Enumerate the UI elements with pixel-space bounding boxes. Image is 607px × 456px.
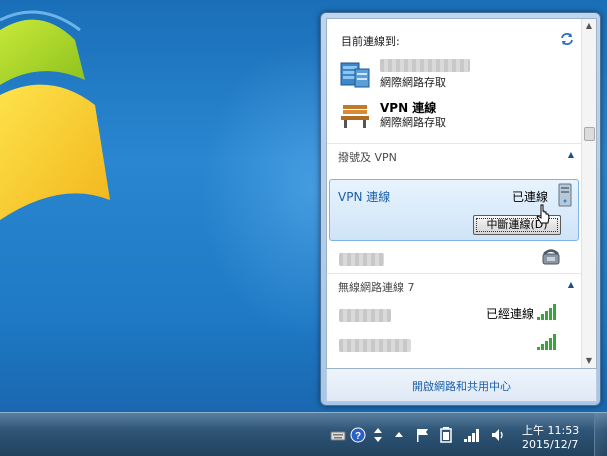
keyboard-icon[interactable] [330, 427, 346, 443]
collapse-arrow-icon[interactable]: ▲ [568, 280, 574, 289]
flyout-scrollbar[interactable]: ▲ ▼ [581, 19, 596, 368]
network-icon [340, 62, 370, 88]
refresh-icon[interactable] [560, 32, 574, 46]
modem-phone-icon [542, 249, 560, 265]
scroll-thumb[interactable] [584, 127, 595, 141]
scroll-up-icon[interactable]: ▲ [585, 22, 593, 30]
connected-network-2[interactable]: VPN 連線 網際網路存取 [339, 97, 559, 131]
network-signal-icon[interactable] [463, 427, 481, 443]
dialup-vpn-section-header[interactable]: 撥號及 VPN ▲ [327, 143, 582, 166]
taskbar: ? 上午 11:53 2015/12/7 [0, 412, 607, 456]
connected-network-1[interactable]: 網際網路存取 [339, 57, 559, 91]
signal-strength-icon [537, 304, 556, 320]
vpn-item-name: VPN 連線 [338, 190, 391, 204]
current-connection-header: 目前連線到: [341, 35, 400, 48]
wireless-network-item[interactable] [327, 329, 582, 357]
wireless-network-name [339, 337, 411, 356]
language-switch-icon[interactable] [372, 427, 384, 443]
open-network-center-link[interactable]: 開啟網路和共用中心 [327, 378, 596, 394]
dialup-name [339, 251, 384, 270]
wireless-network-name [339, 307, 391, 326]
network-access-label: 網際網路存取 [380, 76, 446, 89]
flyout-content: 目前連線到: 網際網路存取 VPN 連線 網際網路存取 撥號及 VPN ▲ VP… [326, 18, 597, 369]
mouse-cursor-icon [536, 204, 550, 224]
help-icon[interactable]: ? [350, 427, 366, 443]
dialup-vpn-title: 撥號及 VPN [338, 151, 397, 164]
scroll-down-icon[interactable]: ▼ [585, 357, 593, 365]
vpn-status: 已連線 [511, 190, 548, 204]
signal-strength-icon [537, 334, 556, 350]
svg-text:?: ? [355, 431, 361, 442]
collapse-arrow-icon[interactable]: ▲ [568, 150, 574, 159]
volume-icon[interactable] [490, 427, 506, 443]
flyout-footer: 開啟網路和共用中心 [326, 369, 597, 402]
show-desktop-button[interactable] [594, 413, 607, 456]
bench-icon [341, 105, 369, 128]
clock-date[interactable]: 2015/12/7 [522, 438, 578, 451]
show-hidden-icons-icon[interactable] [394, 427, 404, 443]
battery-icon[interactable] [440, 427, 452, 443]
clock-time[interactable]: 上午 11:53 [522, 422, 579, 438]
vpn-access-label: 網際網路存取 [380, 116, 446, 129]
server-icon [558, 183, 572, 207]
action-center-flag-icon[interactable] [414, 427, 430, 443]
wireless-network-item[interactable]: 已經連線 [327, 299, 582, 327]
wireless-title: 無線網路連線 7 [338, 281, 415, 294]
dialup-connection-item[interactable] [327, 243, 582, 271]
wireless-status: 已經連線 [485, 307, 534, 321]
network-flyout: 目前連線到: 網際網路存取 VPN 連線 網際網路存取 撥號及 VPN ▲ VP… [320, 12, 601, 406]
wireless-section-header[interactable]: 無線網路連線 7 ▲ [327, 273, 582, 296]
network-name [380, 59, 470, 75]
